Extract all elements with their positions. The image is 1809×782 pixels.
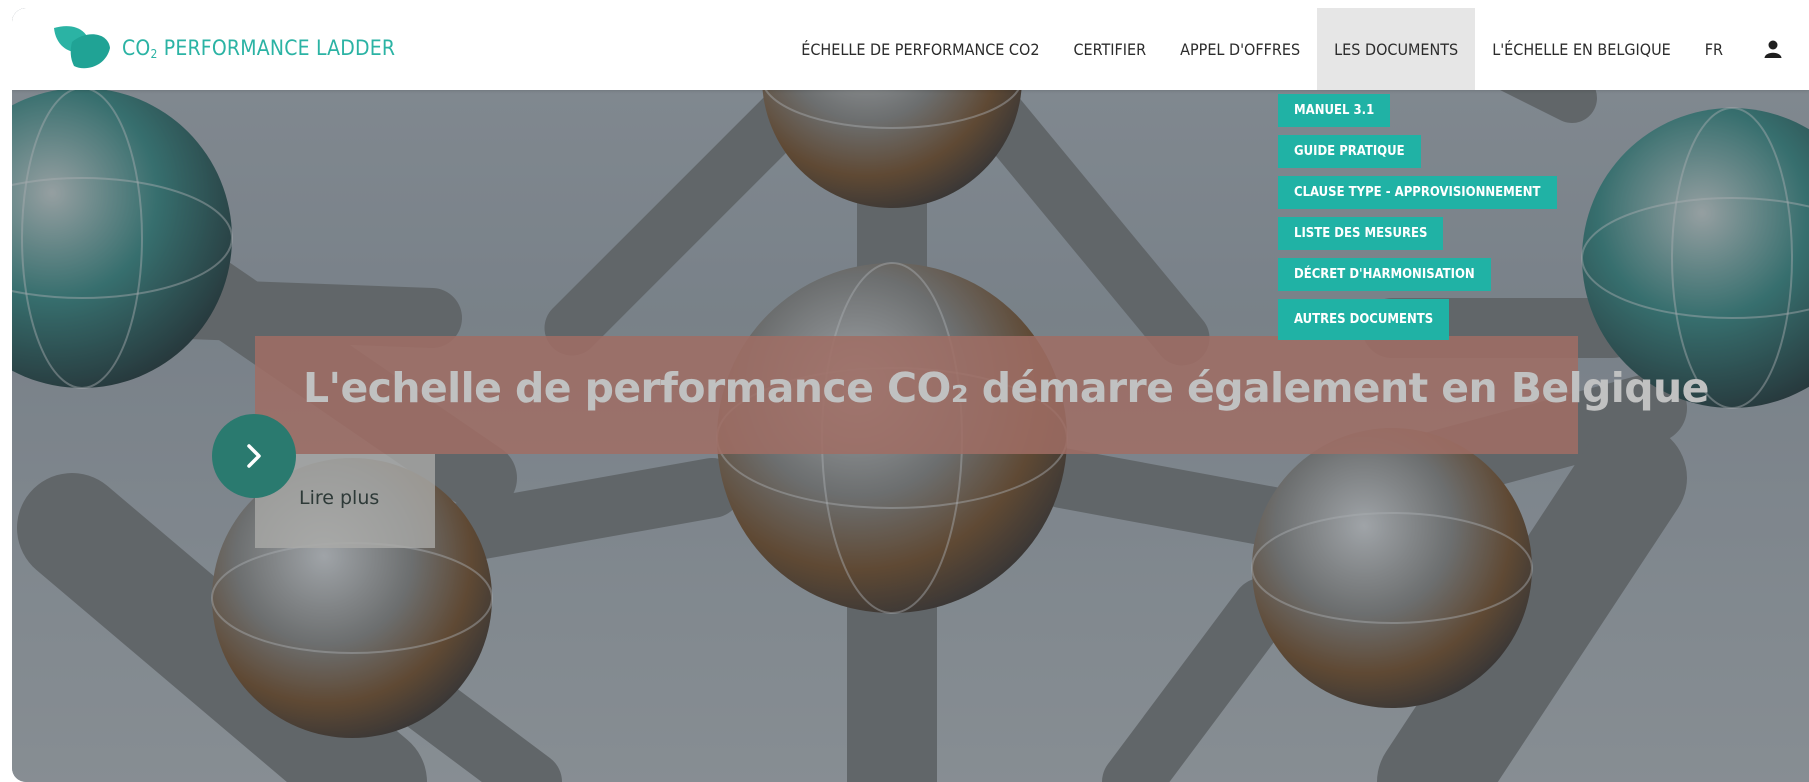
- read-more-link[interactable]: Lire plus: [299, 487, 379, 509]
- nav-item-documents[interactable]: LES DOCUMENTS: [1317, 8, 1476, 90]
- chevron-right-icon: [247, 444, 261, 468]
- nav-item-echelle[interactable]: ÉCHELLE DE PERFORMANCE CO2: [784, 8, 1056, 90]
- nav-item-appel-offres[interactable]: APPEL D'OFFRES: [1163, 8, 1317, 90]
- menu-item-manuel[interactable]: MANUEL 3.1: [1278, 94, 1391, 127]
- page-frame: CO2 PERFORMANCE LADDER ÉCHELLE DE PERFOR…: [12, 8, 1809, 782]
- site-logo[interactable]: CO2 PERFORMANCE LADDER: [50, 22, 395, 74]
- leaf-logo-icon: [54, 26, 110, 69]
- menu-item-decret[interactable]: DÉCRET D'HARMONISATION: [1278, 258, 1491, 291]
- menu-item-guide-pratique[interactable]: GUIDE PRATIQUE: [1278, 135, 1421, 168]
- account-button[interactable]: [1745, 8, 1809, 90]
- logo-text: CO2 PERFORMANCE LADDER: [122, 35, 396, 61]
- slider-next-button[interactable]: [212, 414, 296, 498]
- menu-item-clause-type[interactable]: CLAUSE TYPE - APPROVISIONNEMENT: [1278, 176, 1557, 209]
- menu-item-autres-documents[interactable]: AUTRES DOCUMENTS: [1278, 299, 1450, 340]
- documents-dropdown-menu: MANUEL 3.1 GUIDE PRATIQUE CLAUSE TYPE - …: [1278, 94, 1557, 340]
- site-header: CO2 PERFORMANCE LADDER ÉCHELLE DE PERFOR…: [12, 8, 1809, 90]
- nav-item-certifier[interactable]: CERTIFIER: [1056, 8, 1163, 90]
- hero-title: L'echelle de performance CO₂ démarre éga…: [303, 364, 1709, 412]
- menu-item-liste-mesures[interactable]: LISTE DES MESURES: [1278, 217, 1444, 250]
- language-selector[interactable]: FR: [1688, 8, 1745, 90]
- main-nav: ÉCHELLE DE PERFORMANCE CO2 CERTIFIER APP…: [784, 8, 1809, 90]
- user-icon: [1764, 40, 1782, 58]
- nav-item-belgique[interactable]: L'ÉCHELLE EN BELGIQUE: [1475, 8, 1688, 90]
- hero-title-banner: L'echelle de performance CO₂ démarre éga…: [255, 336, 1709, 454]
